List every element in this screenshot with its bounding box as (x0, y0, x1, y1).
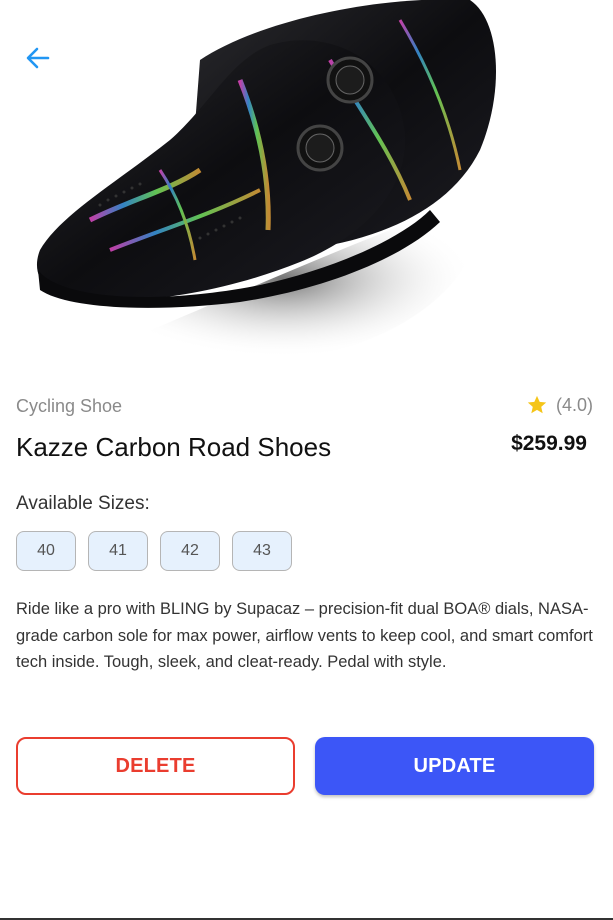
product-category: Cycling Shoe (16, 396, 123, 416)
product-price: $259.99 (511, 432, 587, 455)
product-rating: (4.0) (526, 394, 593, 416)
rating-text: (4.0) (555, 394, 593, 415)
size-chip-41[interactable]: 41 (88, 531, 148, 571)
cycling-shoe-image (36, 0, 497, 358)
arrow-left-icon (26, 47, 50, 69)
product-title: Kazze Carbon Road Shoes (16, 432, 332, 462)
back-button[interactable] (20, 40, 56, 76)
size-chip-40[interactable]: 40 (16, 531, 76, 571)
size-chip-43[interactable]: 43 (232, 531, 292, 571)
product-description: Ride like a pro with BLING by Supacaz – … (16, 600, 593, 671)
update-button[interactable]: UPDATE (315, 737, 594, 795)
sizes-label: Available Sizes: (16, 493, 150, 514)
size-chip-42[interactable]: 42 (160, 531, 220, 571)
star-icon (527, 395, 547, 414)
delete-button[interactable]: DELETE (16, 737, 295, 795)
size-options: 40 41 42 43 (16, 531, 292, 571)
product-image (0, 0, 613, 360)
